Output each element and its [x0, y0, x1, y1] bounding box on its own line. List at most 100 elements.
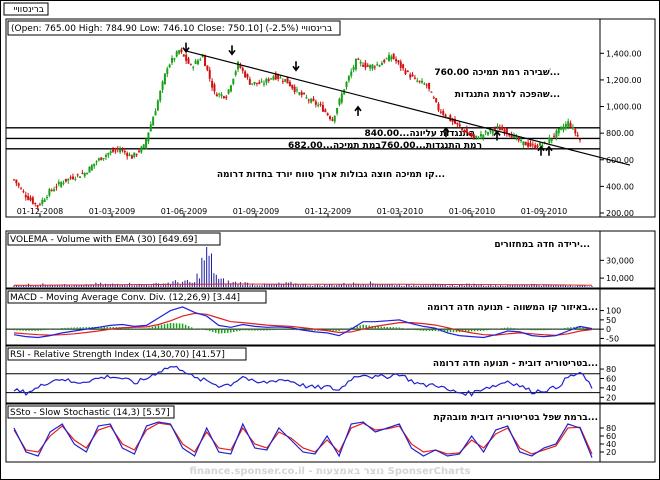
- price-candle: [147, 132, 150, 142]
- price-candle: [178, 50, 181, 54]
- price-candle: [116, 148, 119, 150]
- price-candle: [333, 115, 336, 122]
- price-candle: [366, 65, 369, 67]
- price-y-tick-label: 1,200.00: [606, 76, 642, 85]
- price-candle: [357, 58, 360, 60]
- price-candle: [303, 92, 306, 95]
- price-candle: [293, 86, 296, 93]
- price-candle: [373, 66, 376, 68]
- price-candle: [347, 76, 350, 81]
- price-candle: [279, 77, 282, 79]
- price-candle: [354, 58, 357, 70]
- price-candle: [345, 81, 348, 88]
- price-candle: [34, 202, 37, 204]
- price-candle: [423, 83, 426, 85]
- price-candle: [29, 197, 32, 201]
- price-candle: [22, 191, 25, 193]
- price-candle: [185, 54, 188, 61]
- price-candle: [538, 142, 541, 146]
- price-candle: [237, 61, 240, 70]
- price-candle: [206, 65, 209, 71]
- price-candle: [260, 81, 263, 83]
- price-candle: [484, 131, 487, 133]
- price-candle: [571, 127, 574, 129]
- price-candle: [383, 59, 386, 63]
- price-candle: [385, 58, 388, 60]
- price-candle: [378, 65, 381, 67]
- annotation-volume: ירידה חדה במחזורים...: [494, 240, 590, 250]
- price-candle: [569, 123, 572, 128]
- price-candle: [392, 53, 395, 60]
- annotation-ssto: ברמת שפל בטריטוריה דובית מובהקת...: [434, 413, 598, 423]
- price-candle: [81, 172, 84, 174]
- price-candle: [114, 150, 117, 152]
- annotation-became-resistance: שהפכה לרמת התנגדות...: [455, 90, 560, 100]
- price-candle: [133, 152, 136, 158]
- price-candle: [83, 173, 86, 177]
- price-y-tick-label: 400.00: [606, 182, 634, 191]
- price-candle: [48, 189, 51, 196]
- price-candle: [215, 94, 218, 97]
- price-candle: [352, 67, 355, 70]
- price-candle: [284, 79, 287, 82]
- price-candle: [524, 141, 527, 146]
- price-x-tick-label: 01-12-2008: [17, 207, 64, 216]
- price-candle: [163, 73, 166, 85]
- price-candle: [102, 157, 105, 159]
- price-candle: [253, 81, 256, 84]
- price-candle: [465, 128, 468, 133]
- price-candle: [531, 144, 534, 146]
- price-candle: [310, 98, 313, 103]
- price-candle: [564, 123, 567, 129]
- price-candle: [397, 60, 400, 63]
- price-candle: [234, 71, 237, 76]
- price-candle: [272, 76, 275, 80]
- price-candle: [336, 107, 339, 114]
- price-candle: [27, 195, 30, 200]
- price-candle: [340, 93, 343, 103]
- price-candle: [67, 178, 70, 181]
- price-y-tick-label: 800.00: [606, 129, 634, 138]
- price-candle: [182, 54, 185, 57]
- price-candle: [548, 137, 551, 144]
- price-candle: [232, 78, 235, 85]
- price-candle: [312, 98, 315, 101]
- price-candle: [300, 92, 303, 96]
- price-x-tick-label: 01-06-2009: [161, 207, 208, 216]
- price-candle: [425, 84, 428, 86]
- price-candle: [305, 97, 308, 99]
- price-candle: [187, 58, 190, 64]
- price-candle: [498, 127, 501, 131]
- price-candle: [491, 130, 494, 134]
- price-candle: [418, 80, 421, 82]
- price-candle: [404, 70, 407, 74]
- price-candle: [241, 68, 244, 71]
- price-candle: [319, 103, 322, 105]
- price-candle: [255, 82, 258, 84]
- price-candle: [227, 89, 230, 94]
- volume-y-tick-label: 30,000: [606, 256, 634, 265]
- price-candle: [74, 178, 77, 180]
- price-candle: [324, 109, 327, 113]
- price-candle: [371, 64, 374, 69]
- price-candle: [88, 166, 91, 173]
- price-candle: [468, 132, 471, 136]
- price-candle: [413, 77, 416, 79]
- price-candle: [97, 158, 100, 161]
- price-candle: [154, 111, 157, 116]
- price-candle: [501, 126, 504, 131]
- price-candle: [267, 79, 270, 81]
- price-candle: [159, 90, 162, 101]
- price-candle: [128, 154, 131, 156]
- price-x-tick-label: 01-09-2009: [233, 207, 280, 216]
- price-candle: [121, 149, 124, 151]
- price-x-tick-label: 01-03-2010: [377, 207, 424, 216]
- price-candle: [152, 117, 155, 126]
- price-candle: [71, 176, 74, 180]
- price-candle: [208, 69, 211, 79]
- price-candle: [166, 68, 169, 74]
- price-candle: [46, 197, 49, 199]
- price-candle: [536, 145, 539, 148]
- price-candle: [53, 189, 56, 192]
- price-candle: [456, 122, 459, 125]
